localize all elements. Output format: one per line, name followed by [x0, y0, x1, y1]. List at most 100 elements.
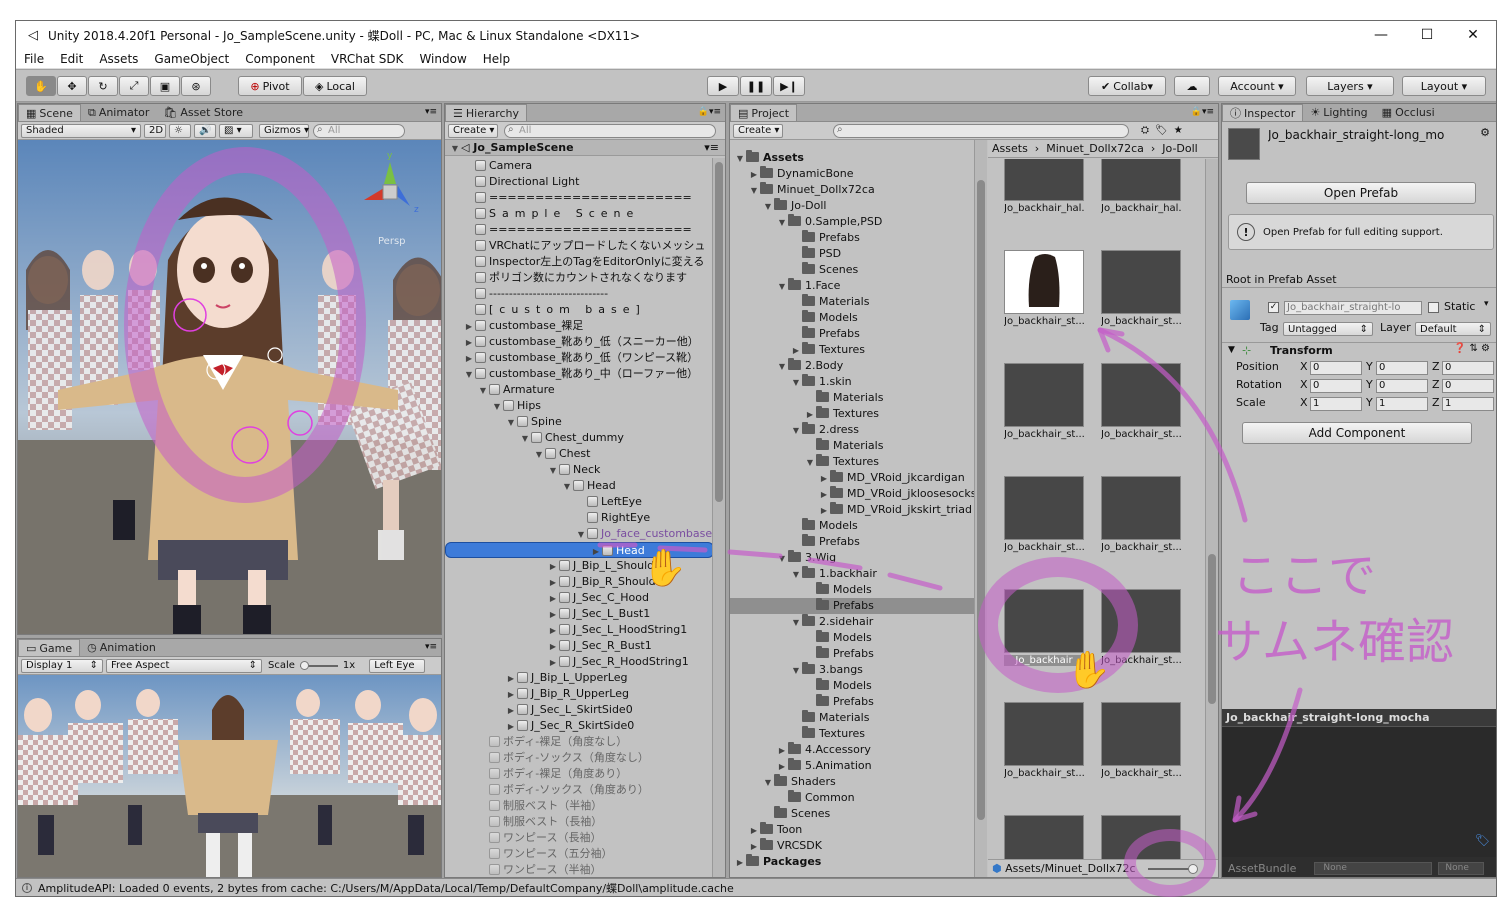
project-folder-row[interactable]: ▶ DynamicBone — [730, 166, 974, 182]
foldout-arrow-icon[interactable]: ▼ — [575, 527, 587, 543]
foldout-arrow-icon[interactable]: ▼ — [776, 359, 788, 375]
foldout-arrow-icon[interactable]: ▶ — [818, 487, 830, 503]
menu-assets[interactable]: Assets — [91, 52, 146, 66]
project-folder-row[interactable]: ▶ Textures — [730, 406, 974, 422]
assetbundle-variant-dropdown[interactable]: None — [1438, 861, 1485, 875]
game-viewport[interactable] — [18, 675, 441, 877]
effects-icon[interactable]: ▨ ▾ — [219, 123, 253, 138]
transform-foldout-icon[interactable]: ▼ — [1228, 345, 1235, 355]
foldout-arrow-icon[interactable]: ▼ — [790, 567, 802, 583]
project-folder-row[interactable]: ▶ Textures — [730, 342, 974, 358]
hierarchy-row[interactable]: ▼ Armature — [445, 382, 714, 398]
tab-animator[interactable]: ⧉ Animator — [81, 104, 156, 121]
scene-root[interactable]: ▼ ◁ Jo_SampleScene ▾≡ — [445, 140, 725, 156]
hierarchy-row[interactable]: ▼ Jo_face_custombase — [445, 526, 714, 542]
collab-button[interactable]: ✔ Collab ▾ — [1088, 76, 1166, 96]
panel-menu-icon[interactable]: 🔒▾≡ — [698, 107, 721, 117]
project-folder-row[interactable]: Materials — [730, 438, 974, 454]
tab-occlusion[interactable]: ▦ Occlusi — [1375, 104, 1442, 121]
layer-dropdown[interactable]: Default ⇕ — [1415, 322, 1491, 336]
foldout-arrow-icon[interactable]: ▼ — [776, 551, 788, 567]
active-checkbox[interactable]: ✓ — [1268, 302, 1279, 313]
hierarchy-row[interactable]: Inspector左上のTagをEditorOnlyに変える — [445, 254, 714, 270]
aspect-dropdown[interactable]: Free Aspect ⇕ — [106, 658, 262, 673]
project-folder-row[interactable]: ▼ 2.sidehair — [730, 614, 974, 630]
hierarchy-row[interactable]: ▶ J_Sec_R_Bust1 — [445, 638, 714, 654]
hierarchy-row[interactable]: ボディ-ソックス（角度あり） — [445, 782, 714, 798]
project-folder-row[interactable]: ▼ 0.Sample,PSD — [730, 214, 974, 230]
2d-toggle[interactable]: 2D — [144, 123, 166, 138]
thumbnail-size-slider[interactable] — [1148, 864, 1198, 874]
menu-edit[interactable]: Edit — [52, 52, 91, 66]
project-folder-row[interactable]: Common — [730, 790, 974, 806]
menu-vrchat-sdk[interactable]: VRChat SDK — [323, 52, 412, 66]
foldout-arrow-icon[interactable]: ▼ — [505, 415, 517, 431]
layout-dropdown[interactable]: Layout ▾ — [1402, 76, 1486, 96]
hierarchy-row[interactable]: ワンピース（五分袖） — [445, 846, 714, 862]
asset-tile[interactable]: Jo_backhair_st... — [1004, 476, 1084, 558]
foldout-arrow-icon[interactable]: ▼ — [776, 215, 788, 231]
hierarchy-scrollbar[interactable] — [712, 158, 725, 877]
tab-project[interactable]: ▤ Project — [730, 104, 798, 121]
foldout-arrow-icon[interactable]: ▶ — [748, 167, 760, 183]
project-folder-row[interactable]: Scenes — [730, 806, 974, 822]
hierarchy-row[interactable]: ▼ Head — [445, 478, 714, 494]
asset-tile[interactable] — [1004, 815, 1084, 861]
static-dropdown-icon[interactable]: ▾ — [1484, 299, 1489, 309]
asset-tile[interactable]: Jo_backhair_st... — [1101, 589, 1181, 671]
scale-tool-icon[interactable]: ⤢ — [119, 76, 149, 96]
project-folder-row[interactable]: ▶ MD_VRoid_jkcardigan — [730, 470, 974, 486]
tab-lighting[interactable]: ☀ Lighting — [1303, 104, 1374, 121]
project-folder-row[interactable]: Prefabs — [730, 694, 974, 710]
asset-tile[interactable]: Jo_backhair_st... — [1004, 702, 1084, 784]
transform-rotation-z-field[interactable]: 0 — [1442, 379, 1494, 393]
hierarchy-create-button[interactable]: Create ▾ — [448, 123, 498, 138]
hierarchy-row[interactable]: ▶ J_Bip_L_Shoulder — [445, 558, 714, 574]
breadcrumb-jo-doll[interactable]: Jo-Doll — [1162, 142, 1197, 155]
minimize-icon[interactable]: — — [1358, 27, 1404, 43]
project-folder-row[interactable]: Models — [730, 582, 974, 598]
close-icon[interactable]: ✕ — [1450, 27, 1496, 43]
hierarchy-row[interactable]: 制服ベスト（長袖） — [445, 814, 714, 830]
hierarchy-row[interactable]: ▼ Chest_dummy — [445, 430, 714, 446]
menu-window[interactable]: Window — [411, 52, 474, 66]
hierarchy-row[interactable]: ------------------------------ — [445, 286, 714, 302]
project-folder-row[interactable]: ▼ 1.backhair — [730, 566, 974, 582]
hierarchy-row[interactable]: ▼ custombase_靴あり_中（ローファー他） — [445, 366, 714, 382]
project-folder-row[interactable]: Prefabs — [730, 598, 974, 614]
hierarchy-row[interactable]: ▼ Spine — [445, 414, 714, 430]
project-folder-row[interactable]: ▼ 3.Wig — [730, 550, 974, 566]
asset-tile[interactable]: Jo_backhair_st... — [1004, 250, 1084, 332]
hierarchy-row[interactable]: ボディ-ソックス（角度なし） — [445, 750, 714, 766]
project-folder-row[interactable]: Models — [730, 630, 974, 646]
foldout-arrow-icon[interactable]: ▶ — [505, 703, 517, 719]
project-tree-scrollbar[interactable] — [974, 140, 987, 877]
layers-dropdown[interactable]: Layers ▾ — [1306, 76, 1394, 96]
tab-inspector[interactable]: ⓘ Inspector — [1222, 104, 1304, 121]
project-folder-row[interactable]: Models — [730, 678, 974, 694]
tab-hierarchy[interactable]: ☰ Hierarchy — [445, 104, 528, 121]
project-folder-row[interactable]: ▶ MD_VRoid_jkloosesocks — [730, 486, 974, 502]
foldout-arrow-icon[interactable]: ▶ — [734, 855, 746, 871]
project-folder-row[interactable]: ▶ Packages — [730, 854, 974, 870]
panel-menu-icon[interactable]: 🔒▾≡ — [1191, 107, 1214, 117]
light-icon[interactable]: ☼ — [169, 123, 191, 138]
transform-position-z-field[interactable]: 0 — [1442, 361, 1494, 375]
transform-scale-x-field[interactable]: 1 — [1310, 397, 1362, 411]
rotate-tool-icon[interactable]: ↻ — [88, 76, 118, 96]
foldout-arrow-icon[interactable]: ▶ — [547, 591, 559, 607]
tab-animation[interactable]: ◷ Animation — [80, 639, 163, 656]
asset-tile[interactable]: Jo_backhair — [1004, 589, 1084, 671]
foldout-arrow-icon[interactable]: ▶ — [818, 471, 830, 487]
project-folder-row[interactable]: ▼ Shaders — [730, 774, 974, 790]
hierarchy-row[interactable]: VRChatにアップロードしたくないメッシュ — [445, 238, 714, 254]
hierarchy-row[interactable]: ワンピース（長袖） — [445, 830, 714, 846]
foldout-arrow-icon[interactable]: ▶ — [547, 639, 559, 655]
asset-tile[interactable]: Jo_backhair_st... — [1101, 363, 1181, 445]
foldout-arrow-icon[interactable]: ▶ — [547, 559, 559, 575]
audio-icon[interactable]: 🔊 — [194, 123, 216, 138]
hierarchy-row[interactable]: ▼ Hips — [445, 398, 714, 414]
menu-help[interactable]: Help — [475, 52, 518, 66]
asset-tile[interactable]: Jo_backhair_hal... — [1101, 159, 1181, 219]
transform-scale-y-field[interactable]: 1 — [1376, 397, 1428, 411]
